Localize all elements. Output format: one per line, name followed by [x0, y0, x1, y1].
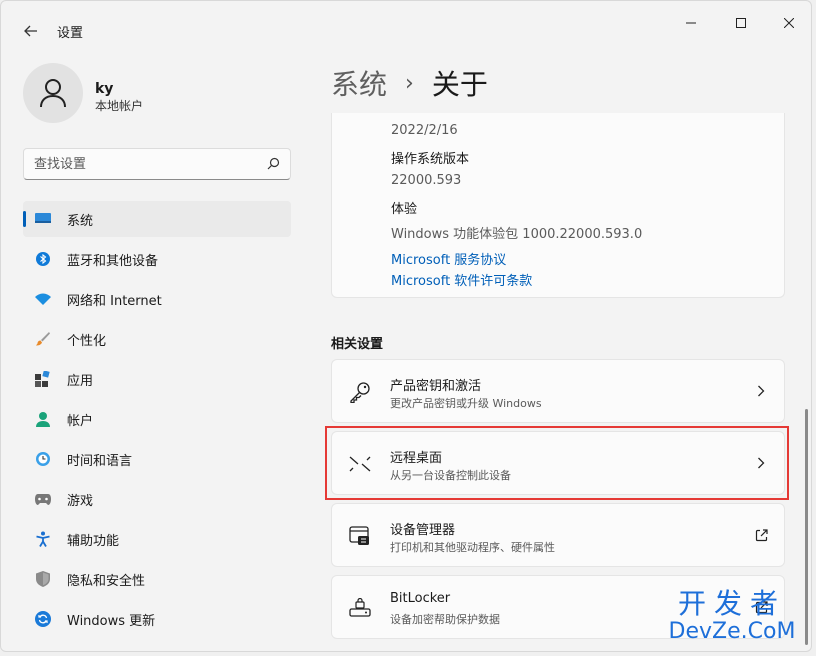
- bitlocker-icon: [348, 596, 372, 620]
- sidebar-item-network[interactable]: 网络和 Internet: [23, 281, 291, 317]
- close-icon: [784, 18, 794, 28]
- sidebar-item-label: Windows 更新: [67, 613, 156, 629]
- sidebar-item-windows-update[interactable]: Windows 更新: [23, 601, 291, 637]
- back-button[interactable]: [15, 15, 47, 47]
- sidebar-item-label: 系统: [67, 213, 94, 229]
- sidebar-item-gaming[interactable]: 游戏: [23, 481, 291, 517]
- sidebar-item-label: 个性化: [67, 333, 107, 349]
- avatar[interactable]: [23, 63, 83, 123]
- user-icon: [40, 79, 66, 108]
- chevron-right-icon: [754, 456, 768, 470]
- accessibility-icon: [35, 531, 51, 547]
- sidebar-item-label: 帐户: [67, 413, 94, 429]
- chevron-right-icon: [754, 384, 768, 398]
- maximize-icon: [736, 18, 746, 28]
- card-title: 远程桌面: [390, 451, 443, 466]
- services-agreement-link[interactable]: Microsoft 服务协议: [391, 249, 506, 268]
- sidebar-item-label: 时间和语言: [67, 453, 133, 469]
- card-subtitle: 从另一台设备控制此设备: [390, 469, 511, 482]
- search-icon[interactable]: [267, 157, 280, 170]
- bluetooth-icon: [35, 251, 51, 267]
- card-subtitle: 设备加密帮助保护数据: [390, 613, 500, 626]
- os-build-label: 操作系统版本: [391, 152, 470, 167]
- sidebar-item-privacy[interactable]: 隐私和安全性: [23, 561, 291, 597]
- sidebar-item-accessibility[interactable]: 辅助功能: [23, 521, 291, 557]
- card-title: 设备管理器: [390, 523, 456, 538]
- breadcrumb-separator: ›: [405, 70, 414, 96]
- title-bar: 设置: [1, 1, 811, 45]
- install-date-value: 2022/2/16: [391, 123, 458, 138]
- time-language-icon: [35, 451, 51, 467]
- apps-icon: [35, 371, 51, 387]
- card-subtitle: 打印机和其他驱动程序、硬件属性: [390, 541, 555, 554]
- breadcrumb-parent[interactable]: 系统: [331, 63, 387, 103]
- sidebar-item-label: 辅助功能: [67, 533, 120, 549]
- sidebar-item-label: 隐私和安全性: [67, 573, 146, 589]
- search-box: [23, 148, 291, 180]
- windows-specs-card: 2022/2/16 操作系统版本 22000.593 体验 Windows 功能…: [331, 113, 785, 298]
- watermark-bottom-text: DevZe.CoM: [668, 619, 796, 644]
- system-icon: [35, 211, 51, 227]
- sidebar-item-personalization[interactable]: 个性化: [23, 321, 291, 357]
- sidebar-item-time-language[interactable]: 时间和语言: [23, 441, 291, 477]
- device-manager-icon: [348, 524, 372, 548]
- gamepad-icon: [35, 491, 51, 507]
- sidebar-item-bluetooth[interactable]: 蓝牙和其他设备: [23, 241, 291, 277]
- breadcrumb: 系统 › 关于: [331, 63, 488, 103]
- close-button[interactable]: [765, 7, 811, 39]
- minimize-icon: [686, 22, 696, 24]
- account-icon: [35, 411, 51, 427]
- watermark-top-text: 开发者: [677, 587, 786, 620]
- sidebar-item-accounts[interactable]: 帐户: [23, 401, 291, 437]
- card-subtitle: 更改产品密钥或升级 Windows: [390, 397, 542, 410]
- watermark: 开发者 DevZe.CoM: [657, 589, 807, 645]
- page-title: 关于: [431, 68, 488, 101]
- search-input[interactable]: [34, 155, 254, 173]
- external-link-icon: [754, 528, 768, 542]
- experience-value: Windows 功能体验包 1000.22000.593.0: [391, 227, 643, 242]
- brush-icon: [35, 331, 51, 347]
- sidebar-item-apps[interactable]: 应用: [23, 361, 291, 397]
- sidebar-item-label: 网络和 Internet: [67, 293, 162, 309]
- remote-desktop-card[interactable]: 远程桌面 从另一台设备控制此设备: [331, 431, 785, 495]
- os-build-value: 22000.593: [391, 173, 462, 188]
- user-name: ky: [95, 81, 114, 97]
- related-settings-title: 相关设置: [331, 337, 384, 352]
- product-key-card[interactable]: 产品密钥和激活 更改产品密钥或升级 Windows: [331, 359, 785, 423]
- sidebar-nav: 系统 蓝牙和其他设备 网络和 Internet 个性化 应用 帐户 时间和语言: [23, 201, 291, 641]
- experience-label: 体验: [391, 202, 418, 217]
- card-title: BitLocker: [390, 591, 451, 606]
- license-terms-link[interactable]: Microsoft 软件许可条款: [391, 270, 532, 289]
- sidebar-item-system[interactable]: 系统: [23, 201, 291, 237]
- settings-window: 设置 ky 本地帐户 系统 蓝牙和其他设备 网络和 Internet: [0, 0, 812, 652]
- sidebar-item-label: 游戏: [67, 493, 94, 509]
- account-type: 本地帐户: [95, 99, 144, 113]
- minimize-button[interactable]: [667, 7, 715, 39]
- sidebar-item-label: 应用: [67, 373, 94, 389]
- update-icon: [35, 611, 51, 627]
- wifi-icon: [35, 291, 51, 307]
- remote-desktop-icon: [348, 452, 372, 476]
- sidebar-item-label: 蓝牙和其他设备: [67, 253, 159, 269]
- maximize-button[interactable]: [717, 7, 765, 39]
- key-icon: [348, 380, 372, 404]
- card-title: 产品密钥和激活: [390, 379, 482, 394]
- app-title: 设置: [57, 26, 84, 41]
- device-manager-card[interactable]: 设备管理器 打印机和其他驱动程序、硬件属性: [331, 503, 785, 567]
- shield-icon: [35, 571, 51, 587]
- back-arrow-icon: [24, 25, 37, 37]
